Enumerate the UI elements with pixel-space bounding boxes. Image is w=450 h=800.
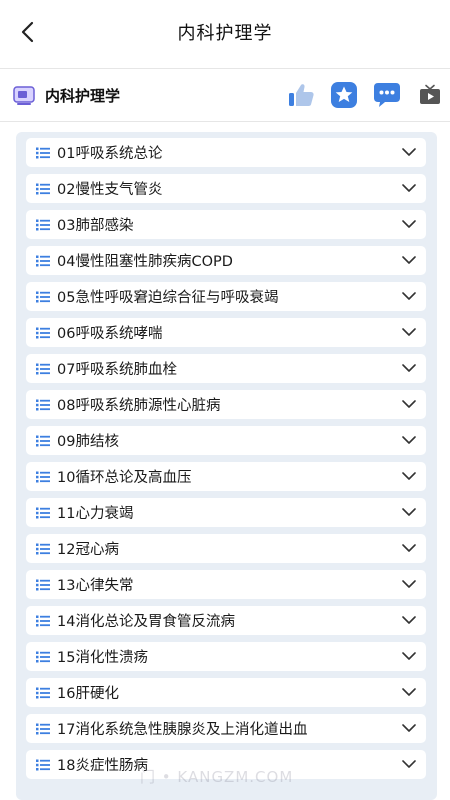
chevron-down-icon: [402, 544, 416, 552]
chapter-label: 15消化性溃疡: [57, 650, 148, 666]
action-bar: [272, 81, 444, 109]
chapter-item[interactable]: 09肺结核: [26, 426, 426, 455]
chapter-list: 01呼吸系统总论 02慢性支气管炎 03肺部感染 04慢性阻塞性肺疾病COPD …: [16, 132, 437, 779]
chevron-down-icon: [402, 436, 416, 444]
list-icon: [36, 471, 50, 482]
comment-button[interactable]: [373, 81, 401, 109]
chapter-item[interactable]: 04慢性阻塞性肺疾病COPD: [26, 246, 426, 275]
list-icon: [36, 615, 50, 626]
list-icon: [36, 687, 50, 698]
chapter-item[interactable]: 11心力衰竭: [26, 498, 426, 527]
chapter-label: 04慢性阻塞性肺疾病COPD: [57, 254, 233, 270]
chapter-item[interactable]: 18炎症性肠病: [26, 750, 426, 779]
thumbs-up-icon: [289, 84, 314, 106]
list-icon: [36, 219, 50, 230]
tv-icon: [420, 84, 440, 104]
like-button[interactable]: [287, 81, 315, 109]
list-icon: [36, 543, 50, 554]
list-icon: [36, 399, 50, 410]
list-icon: [36, 255, 50, 266]
list-icon: [36, 507, 50, 518]
chevron-down-icon: [402, 292, 416, 300]
chapter-item[interactable]: 05急性呼吸窘迫综合征与呼吸衰竭: [26, 282, 426, 311]
chapter-item[interactable]: 06呼吸系统哮喘: [26, 318, 426, 347]
chapter-item[interactable]: 17消化系统急性胰腺炎及上消化道出血: [26, 714, 426, 743]
list-icon: [36, 651, 50, 662]
chapter-list-container: 01呼吸系统总论 02慢性支气管炎 03肺部感染 04慢性阻塞性肺疾病COPD …: [16, 132, 437, 800]
chevron-down-icon: [402, 760, 416, 768]
chapter-item[interactable]: 10循环总论及高血压: [26, 462, 426, 491]
chevron-down-icon: [402, 652, 416, 660]
chapter-label: 16肝硬化: [57, 686, 119, 702]
chevron-down-icon: [402, 220, 416, 228]
top-bar: 内科护理学: [0, 0, 450, 64]
list-icon: [36, 435, 50, 446]
chapter-label: 07呼吸系统肺血栓: [57, 362, 177, 378]
chapter-label: 17消化系统急性胰腺炎及上消化道出血: [57, 722, 308, 738]
back-button[interactable]: [14, 18, 40, 46]
chapter-label: 01呼吸系统总论: [57, 146, 163, 162]
list-icon: [36, 759, 50, 770]
course-name: 内科护理学: [45, 86, 121, 105]
chapter-label: 02慢性支气管炎: [57, 182, 163, 198]
chevron-down-icon: [402, 580, 416, 588]
chapter-label: 08呼吸系统肺源性心脏病: [57, 398, 221, 414]
list-icon: [36, 327, 50, 338]
chapter-label: 13心律失常: [57, 578, 134, 594]
chapter-item[interactable]: 14消化总论及胃食管反流病: [26, 606, 426, 635]
chapter-item[interactable]: 15消化性溃疡: [26, 642, 426, 671]
chevron-down-icon: [402, 472, 416, 480]
chapter-item[interactable]: 07呼吸系统肺血栓: [26, 354, 426, 383]
star-icon: [331, 82, 357, 108]
chapter-item[interactable]: 01呼吸系统总论: [26, 138, 426, 167]
list-icon: [36, 363, 50, 374]
course-video-icon: [13, 86, 35, 105]
chapter-item[interactable]: 12冠心病: [26, 534, 426, 563]
chevron-left-icon: [21, 21, 34, 43]
chapter-label: 10循环总论及高血压: [57, 470, 192, 486]
chevron-down-icon: [402, 616, 416, 624]
chapter-item[interactable]: 03肺部感染: [26, 210, 426, 239]
favorite-button[interactable]: [330, 81, 358, 109]
chat-icon: [374, 83, 400, 107]
chapter-label: 18炎症性肠病: [57, 758, 148, 774]
chevron-down-icon: [402, 328, 416, 336]
chapter-label: 11心力衰竭: [57, 506, 134, 522]
list-icon: [36, 147, 50, 158]
chapter-label: 06呼吸系统哮喘: [57, 326, 163, 342]
list-icon: [36, 291, 50, 302]
chapter-label: 12冠心病: [57, 542, 119, 558]
chevron-down-icon: [402, 184, 416, 192]
list-icon: [36, 579, 50, 590]
chapter-item[interactable]: 13心律失常: [26, 570, 426, 599]
list-icon: [36, 183, 50, 194]
course-header: 内科护理学: [0, 68, 450, 122]
chevron-down-icon: [402, 148, 416, 156]
chevron-down-icon: [402, 256, 416, 264]
chevron-down-icon: [402, 724, 416, 732]
list-icon: [36, 723, 50, 734]
chapter-label: 09肺结核: [57, 434, 119, 450]
chapter-label: 03肺部感染: [57, 218, 134, 234]
chevron-down-icon: [402, 364, 416, 372]
chevron-down-icon: [402, 400, 416, 408]
chevron-down-icon: [402, 508, 416, 516]
chapter-label: 05急性呼吸窘迫综合征与呼吸衰竭: [57, 290, 279, 306]
chapter-item[interactable]: 02慢性支气管炎: [26, 174, 426, 203]
chapter-item[interactable]: 08呼吸系统肺源性心脏病: [26, 390, 426, 419]
chapter-label: 14消化总论及胃食管反流病: [57, 614, 235, 630]
page-title: 内科护理学: [177, 23, 273, 44]
chapter-item[interactable]: 16肝硬化: [26, 678, 426, 707]
tv-button[interactable]: [416, 81, 444, 109]
chevron-down-icon: [402, 688, 416, 696]
